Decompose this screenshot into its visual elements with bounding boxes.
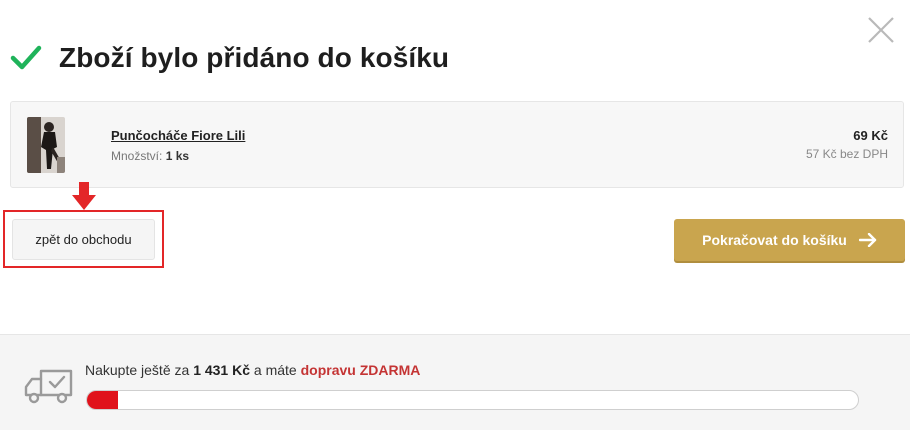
arrow-down-icon bbox=[72, 182, 96, 210]
close-icon bbox=[868, 17, 894, 43]
shipping-progress-fill bbox=[87, 391, 118, 409]
check-icon bbox=[10, 45, 42, 70]
remaining-amount: 1 431 Kč bbox=[193, 362, 251, 378]
cart-item: Punčocháče Fiore Lili Množství: 1 ks 69 … bbox=[10, 101, 904, 188]
product-price-without-vat: 57 Kč bez DPH bbox=[805, 147, 888, 161]
free-shipping-text: Nakupte ještě za 1 431 Kč a máte dopravu… bbox=[85, 362, 420, 378]
continue-label: Pokračovat do košíku bbox=[702, 232, 847, 248]
product-thumbnail[interactable] bbox=[27, 117, 65, 173]
product-image bbox=[27, 117, 65, 173]
back-to-shop-button[interactable]: zpět do obchodu bbox=[12, 219, 155, 260]
modal-header: Zboží bylo přidáno do košíku bbox=[10, 38, 449, 78]
modal-title: Zboží bylo přidáno do košíku bbox=[59, 42, 450, 73]
quantity-label: Množství: bbox=[111, 149, 163, 163]
product-quantity: Množství: 1 ks bbox=[111, 149, 189, 163]
arrow-right-icon bbox=[858, 233, 877, 247]
shipping-middle: a máte bbox=[253, 362, 297, 378]
shipping-progress-bar bbox=[86, 390, 859, 410]
quantity-value: 1 ks bbox=[165, 149, 190, 163]
product-name-link[interactable]: Punčocháče Fiore Lili bbox=[111, 128, 245, 143]
close-button[interactable] bbox=[866, 15, 896, 45]
shipping-prefix: Nakupte ještě za bbox=[85, 362, 190, 378]
truck-icon bbox=[24, 369, 73, 404]
free-shipping-bar: Nakupte ještě za 1 431 Kč a máte dopravu… bbox=[0, 334, 910, 430]
free-shipping-label: dopravu ZDARMA bbox=[300, 362, 421, 378]
product-price: 69 Kč bbox=[853, 128, 888, 143]
continue-to-cart-button[interactable]: Pokračovat do košíku bbox=[674, 219, 905, 261]
